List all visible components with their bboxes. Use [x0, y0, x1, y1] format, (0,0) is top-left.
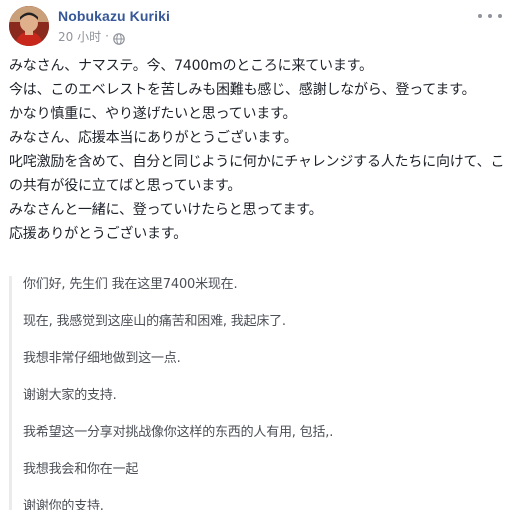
translation-line: 谢谢大家的支持.: [23, 388, 117, 403]
ellipsis-icon-dot: [498, 14, 502, 18]
more-options-button[interactable]: [478, 8, 502, 24]
avatar-image: [9, 6, 49, 46]
translation-line: 我想我会和你在一起: [23, 462, 139, 477]
translated-text: 你们好, 先生们 我在这里7400米现在. 现在, 我感觉到这座山的痛苦和困难,…: [9, 276, 503, 510]
post-line: かなり慎重に、やり遂げたいと思っています。: [9, 106, 297, 122]
post-text: みなさん、ナマステ。今、7400mのところに来ています。 今は、このエベレストを…: [9, 54, 505, 246]
post-meta: 20 小时 ·: [58, 28, 125, 45]
post-line: 今は、このエベレストを苦しみも困難も感じ、感謝しながら、登ってます。: [9, 82, 476, 98]
ellipsis-icon-dot: [478, 14, 482, 18]
translation-line: 我希望这一分享对挑战像你这样的东西的人有用, 包括,.: [23, 425, 334, 440]
post-line: みなさんと一緒に、登っていけたらと思ってます。: [9, 202, 323, 218]
translation-line: 我想非常仔细地做到这一点.: [23, 351, 181, 366]
translation-line: 谢谢你的支持.: [23, 499, 104, 510]
post-line: みなさん、ナマステ。今、7400mのところに来ています。: [9, 58, 373, 74]
post-line: 叱咤激励を含めて、自分と同じように何かにチャレンジする人たちに向けて、この共有が…: [9, 154, 505, 194]
post-timestamp[interactable]: 20 小时: [58, 28, 101, 45]
author-name[interactable]: Nobukazu Kuriki: [58, 8, 170, 24]
ellipsis-icon-dot: [488, 14, 492, 18]
translation-line: 你们好, 先生们 我在这里7400米现在.: [23, 277, 238, 292]
meta-separator: ·: [105, 29, 109, 43]
post-header: Nobukazu Kuriki 20 小时 ·: [0, 0, 512, 50]
avatar[interactable]: [9, 6, 49, 46]
post-line: 応援ありがとうございます。: [9, 226, 187, 242]
globe-icon[interactable]: [113, 30, 125, 45]
translation-line: 现在, 我感觉到这座山的痛苦和困难, 我起床了.: [23, 314, 286, 329]
post-line: みなさん、応援本当にありがとうございます。: [9, 130, 298, 146]
